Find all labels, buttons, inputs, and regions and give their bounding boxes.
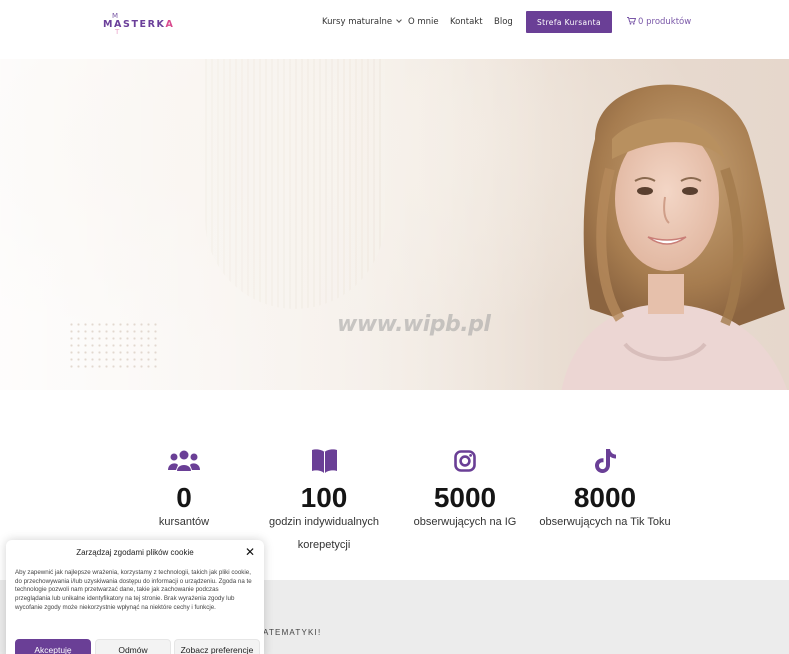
- logo-wordmark: MASTERKA: [103, 19, 175, 30]
- hero-portrait-image: [561, 84, 787, 390]
- nav-item-o-mnie[interactable]: O mnie: [408, 17, 439, 27]
- nav-item-kursy[interactable]: Kursy maturalne: [322, 17, 402, 27]
- cookie-dialog-title: Zarządzaj zgodami plików cookie: [76, 548, 194, 557]
- stat-number-godzin: 100: [300, 482, 348, 513]
- cart-link[interactable]: 0 produktów: [627, 17, 691, 27]
- cookie-consent-dialog: Zarządzaj zgodami plików cookie ✕ Aby za…: [6, 540, 264, 654]
- hero-banner: www.wipb.pl: [0, 59, 789, 390]
- stat-label-godzin: godzin indywidualnych korepetycji: [268, 516, 380, 551]
- stat-number-tiktok: 8000: [573, 482, 637, 513]
- cookie-dialog-text: Aby zapewnić jak najlepsze wrażenia, kor…: [15, 569, 252, 611]
- cart-label: 0 produktów: [638, 17, 692, 27]
- book-icon: [312, 449, 337, 473]
- stat-label-tiktok: obserwujących na Tik Toku: [539, 516, 671, 528]
- logo-bottom-letter: T: [115, 28, 120, 36]
- close-icon[interactable]: ✕: [244, 546, 256, 558]
- strefa-kursanta-button[interactable]: Strefa Kursanta: [526, 11, 612, 33]
- stat-label-kursantow: kursantów: [158, 516, 210, 528]
- section-heading-fragment: ATEMATYKI!: [263, 628, 322, 637]
- watermark-text: www.wipb.pl: [337, 312, 491, 337]
- tiktok-icon[interactable]: [595, 449, 616, 473]
- nav-item-kontakt[interactable]: Kontakt: [450, 17, 483, 27]
- site-logo[interactable]: M MASTERKA T: [103, 12, 173, 36]
- nav-item-blog[interactable]: Blog: [494, 17, 513, 27]
- chevron-down-icon: [396, 17, 402, 23]
- stat-number-kursantow: 0: [176, 482, 192, 513]
- nav-item-label: Kursy maturalne: [322, 17, 393, 27]
- site-header: M MASTERKA T Kursy maturalne O mnie Kont…: [0, 0, 789, 59]
- instagram-icon[interactable]: [454, 450, 476, 472]
- stat-label-ig: obserwujących na IG: [413, 516, 517, 528]
- cart-icon: [627, 17, 637, 25]
- deny-cookies-button[interactable]: Odmów: [95, 639, 171, 654]
- dot-pattern-decoration: [68, 321, 160, 369]
- users-icon: [168, 450, 200, 471]
- stat-number-ig: 5000: [433, 482, 497, 513]
- view-preferences-button[interactable]: Zobacz preferencje: [174, 639, 260, 654]
- accept-cookies-button[interactable]: Akceptuję: [15, 639, 91, 654]
